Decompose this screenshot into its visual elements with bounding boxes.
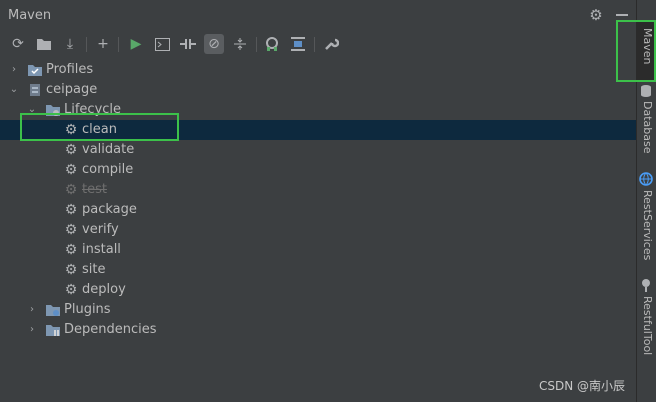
- skip-tests-icon[interactable]: ⊘: [204, 34, 224, 54]
- tree-item-dependencies[interactable]: › Dependencies: [0, 320, 636, 340]
- gear-icon: ⚙: [64, 162, 78, 178]
- tab-restfultool[interactable]: RestfulTool: [637, 276, 656, 361]
- tree-item-label: Plugins: [64, 302, 111, 317]
- watermark-text: CSDN @南小辰: [539, 379, 626, 393]
- tab-maven[interactable]: Maven: [637, 20, 656, 82]
- tab-label: RestfulTool: [641, 296, 654, 356]
- chevron-down-icon[interactable]: ⌄: [9, 85, 19, 95]
- goal-label: verify: [82, 222, 119, 237]
- goal-item[interactable]: ⚙ package: [0, 200, 636, 220]
- goal-item-skipped[interactable]: ⚙ test: [0, 180, 636, 200]
- goal-label: compile: [82, 162, 134, 177]
- toolbar-divider: [256, 37, 257, 52]
- goal-label: test: [82, 182, 107, 197]
- collapse-icon[interactable]: [230, 34, 250, 54]
- pin-icon: [640, 278, 656, 294]
- goal-item[interactable]: ⚙ compile: [0, 160, 636, 180]
- chevron-right-icon[interactable]: ›: [27, 305, 37, 315]
- maven-project-icon: [27, 82, 43, 98]
- gear-icon: ⚙: [64, 142, 78, 158]
- download-icon[interactable]: ⤓: [60, 34, 80, 54]
- collapse-all-icon[interactable]: [288, 34, 308, 54]
- tab-restservices[interactable]: RestServices: [637, 170, 656, 265]
- run-icon[interactable]: ▶: [126, 34, 146, 54]
- add-icon[interactable]: +: [93, 34, 113, 54]
- tree-item-label: Lifecycle: [64, 102, 122, 117]
- goal-label: package: [82, 202, 137, 217]
- tree-item-lifecycle[interactable]: ⌄ Lifecycle: [0, 100, 636, 120]
- minimize-icon[interactable]: [616, 14, 628, 16]
- show-dependencies-icon[interactable]: [262, 34, 282, 54]
- tab-label: Database: [641, 101, 654, 154]
- chevron-right-icon[interactable]: ›: [9, 65, 19, 75]
- tab-database[interactable]: Database: [637, 84, 656, 156]
- goal-item[interactable]: ⚙ site: [0, 260, 636, 280]
- goal-item[interactable]: ⚙ deploy: [0, 280, 636, 300]
- toolbar-divider: [314, 37, 315, 52]
- toggle-offline-icon[interactable]: [178, 34, 198, 54]
- goal-label: install: [82, 242, 121, 257]
- tool-window-title: Maven: [8, 8, 52, 23]
- execute-goal-icon[interactable]: [152, 34, 172, 54]
- tree-item-label: Profiles: [46, 62, 94, 77]
- goal-item[interactable]: ⚙ verify: [0, 220, 636, 240]
- goal-item[interactable]: ⚙ validate: [0, 140, 636, 160]
- goal-label: site: [82, 262, 106, 277]
- tree-item-project[interactable]: ⌄ ceipage: [0, 80, 636, 100]
- plugins-folder-icon: [45, 302, 61, 318]
- gear-icon[interactable]: ⚙: [588, 7, 604, 23]
- goal-label: deploy: [82, 282, 126, 297]
- gear-icon: ⚙: [64, 242, 78, 258]
- chevron-down-icon[interactable]: ⌄: [27, 105, 37, 115]
- chevron-right-icon[interactable]: ›: [27, 325, 37, 335]
- toolbar-divider: [86, 37, 87, 52]
- gear-icon: ⚙: [64, 262, 78, 278]
- settings-icon[interactable]: [321, 34, 341, 54]
- lifecycle-folder-icon: [45, 102, 61, 118]
- goal-label: clean: [82, 122, 117, 137]
- tree-item-plugins[interactable]: › Plugins: [0, 300, 636, 320]
- tree-item-label: Dependencies: [64, 322, 157, 337]
- gear-icon: ⚙: [64, 202, 78, 218]
- goal-item[interactable]: ⚙ install: [0, 240, 636, 260]
- globe-icon: [639, 172, 655, 188]
- toolbar-divider: [118, 37, 119, 52]
- goal-item[interactable]: ⚙ clean: [0, 120, 636, 140]
- dependencies-folder-icon: [45, 322, 61, 338]
- tab-label: Maven: [641, 28, 654, 65]
- maven-tool-window: Maven ⚙ ⟳ ⤓ + ▶ ⊘ › Profiles ⌄ ceipage ⌄…: [0, 0, 636, 402]
- reload-icon[interactable]: ⟳: [8, 34, 28, 54]
- tree-item-label: ceipage: [46, 82, 98, 97]
- database-icon: [640, 84, 656, 100]
- goal-label: validate: [82, 142, 135, 157]
- tool-window-header: Maven ⚙: [0, 0, 636, 30]
- gear-icon: ⚙: [64, 122, 78, 138]
- maven-toolbar: ⟳ ⤓ + ▶ ⊘: [0, 31, 636, 57]
- gear-icon: ⚙: [64, 222, 78, 238]
- generate-sources-icon[interactable]: [34, 34, 54, 54]
- tree-item-profiles[interactable]: › Profiles: [0, 60, 636, 80]
- tab-label: RestServices: [641, 190, 654, 261]
- right-tool-strip: Maven Database RestServices RestfulTool: [636, 0, 656, 402]
- gear-icon: ⚙: [64, 182, 78, 198]
- gear-icon: ⚙: [64, 282, 78, 298]
- profiles-icon: [27, 62, 43, 78]
